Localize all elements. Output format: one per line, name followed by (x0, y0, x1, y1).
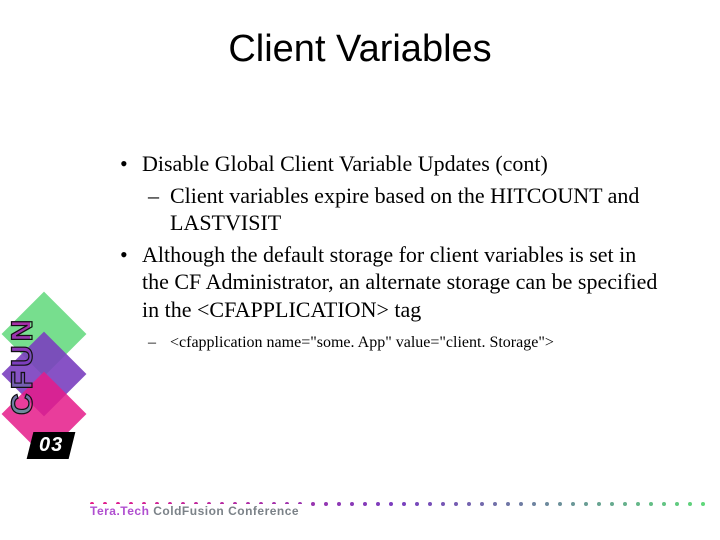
page-title: Client Variables (0, 28, 720, 71)
footer: Tera.Tech ColdFusion Conference (90, 500, 710, 524)
footer-brand-head: Tera.Tech (90, 504, 149, 518)
logo-text-cfun: CFUN (6, 270, 30, 460)
bullet-level2-code: <cfapplication name="some. App" value="c… (120, 333, 660, 353)
slide: Client Variables Disable Global Client V… (0, 0, 720, 540)
footer-brand-tail: ColdFusion Conference (149, 504, 299, 518)
slide-body: Disable Global Client Variable Updates (… (120, 150, 660, 357)
logo-year: 03 (39, 434, 63, 457)
cfun-logo: CFUN 03 (4, 270, 80, 470)
bullet-level1: Although the default storage for client … (120, 241, 660, 324)
footer-brand: Tera.Tech ColdFusion Conference (90, 504, 305, 518)
bullet-level1: Disable Global Client Variable Updates (… (120, 150, 660, 178)
logo-year-badge: 03 (27, 432, 76, 459)
bullet-level2: Client variables expire based on the HIT… (120, 182, 660, 237)
